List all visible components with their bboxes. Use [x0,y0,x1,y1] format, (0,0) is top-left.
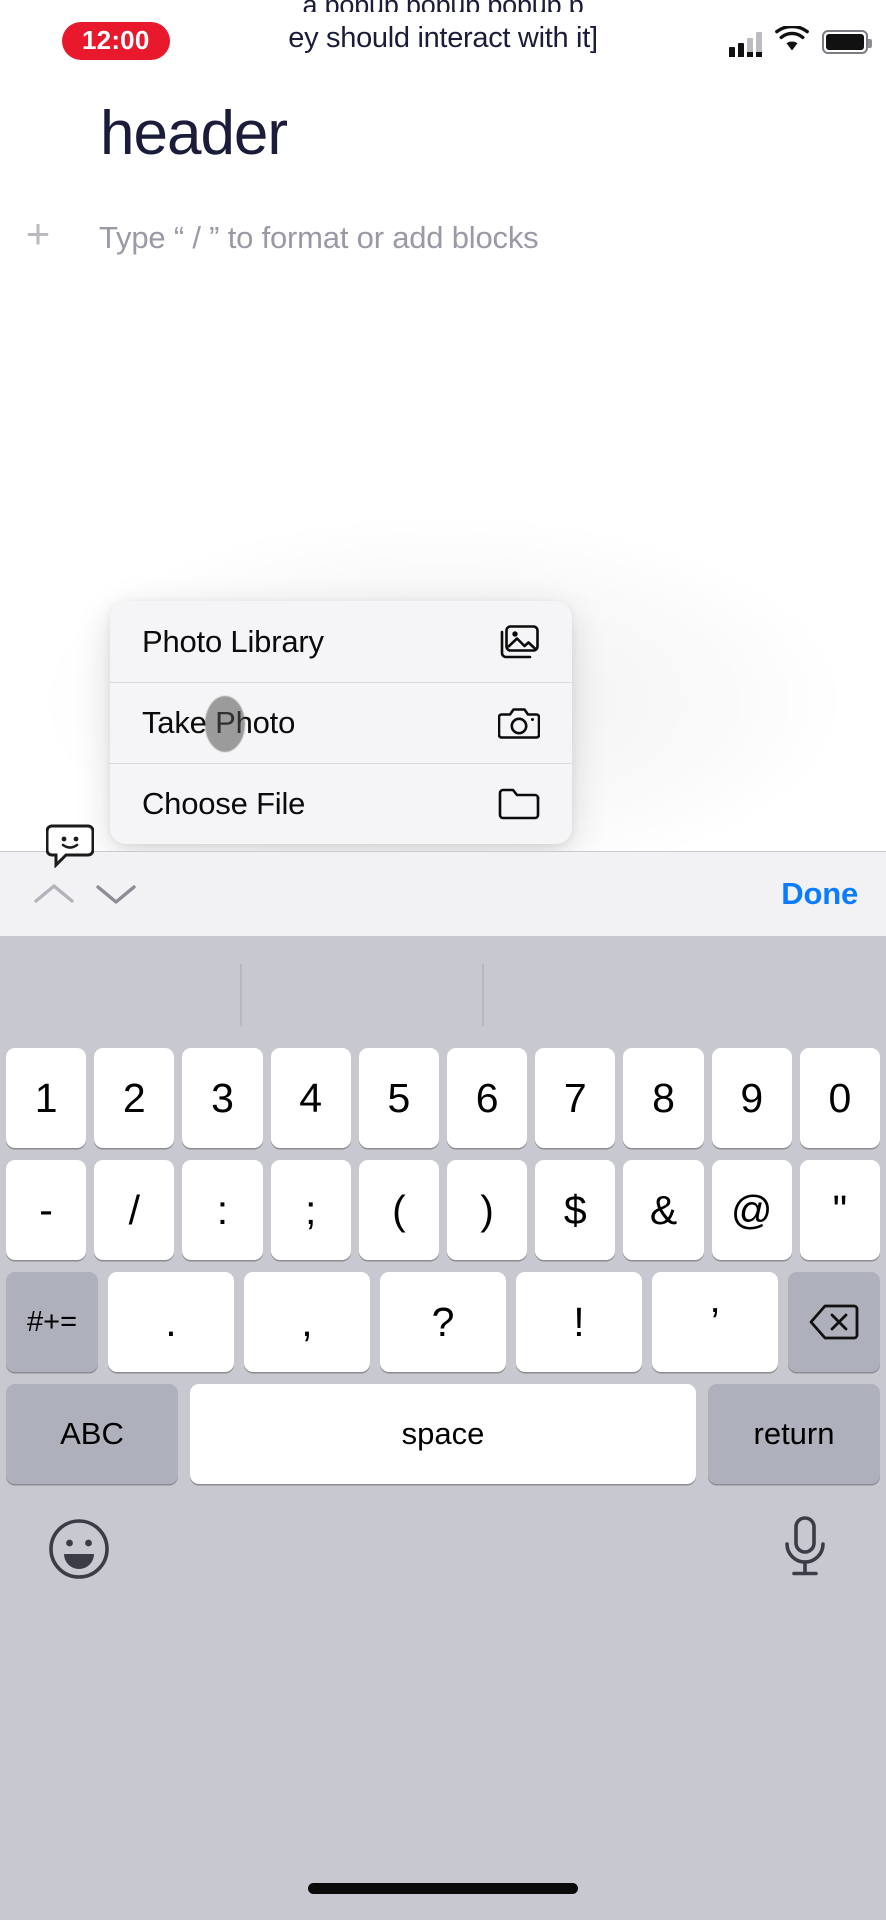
key-hyphen[interactable]: - [6,1160,87,1260]
keyboard-bottom-bar [0,1504,886,1634]
chevron-up-icon[interactable] [23,863,85,925]
key-paren-open[interactable]: ( [358,1160,440,1260]
photo-library-icon [497,622,541,662]
block-placeholder-text[interactable]: Type “ / ” to format or add blocks [99,220,539,256]
plus-icon[interactable]: + [18,213,58,256]
camera-icon [497,703,541,743]
key-slash[interactable]: / [94,1160,175,1260]
menu-item-take-photo[interactable]: Take Photo [110,682,572,763]
emoji-face-icon[interactable] [48,1518,110,1580]
battery-icon [822,29,872,54]
key-paren-close[interactable]: ) [447,1160,528,1260]
menu-item-label: Photo Library [142,623,324,659]
key-5[interactable]: 5 [358,1048,440,1148]
keyboard-row-numbers: 1 2 3 4 5 6 7 8 9 0 [0,1048,886,1148]
key-return[interactable]: return [708,1384,880,1484]
keyboard-accessory-toolbar: Done [0,851,886,936]
key-8[interactable]: 8 [623,1048,704,1148]
wifi-icon [775,24,809,57]
key-apostrophe[interactable]: ’ [652,1272,778,1372]
key-period[interactable]: . [108,1272,234,1372]
status-bar: ey should interact with it] 12:00 [0,0,886,76]
menu-item-choose-file[interactable]: Choose File [110,763,572,844]
cellular-signal-icon [729,30,762,57]
key-9[interactable]: 9 [711,1048,792,1148]
key-1[interactable]: 1 [6,1048,87,1148]
key-space[interactable]: space [190,1384,696,1484]
key-comma[interactable]: , [244,1272,370,1372]
key-abc-toggle[interactable]: ABC [6,1384,178,1484]
page-title[interactable]: header [100,98,288,169]
microphone-icon[interactable] [776,1514,834,1582]
folder-icon [497,784,541,824]
key-ampersand[interactable]: & [623,1160,704,1260]
backspace-icon[interactable] [788,1272,880,1372]
key-colon[interactable]: : [182,1160,263,1260]
attachment-action-sheet[interactable]: Photo Library Take Photo Choose File [110,601,572,844]
menu-item-photo-library[interactable]: Photo Library [110,601,572,682]
comment-bubble-icon [45,824,95,869]
chevron-down-icon[interactable] [85,863,147,925]
key-exclamation[interactable]: ! [516,1272,642,1372]
done-button[interactable]: Done [781,876,858,912]
key-dollar[interactable]: $ [535,1160,616,1260]
key-at[interactable]: @ [711,1160,792,1260]
key-question[interactable]: ? [380,1272,506,1372]
onscreen-keyboard[interactable]: 1 2 3 4 5 6 7 8 9 0 - / : ; ( ) $ & @ " … [0,936,886,1920]
key-3[interactable]: 3 [182,1048,263,1148]
key-4[interactable]: 4 [270,1048,351,1148]
menu-item-label: Choose File [142,786,306,821]
status-icon-group [729,24,872,57]
key-6[interactable]: 6 [447,1048,528,1148]
touch-indicator [205,696,245,752]
key-quote[interactable]: " [799,1160,881,1260]
home-indicator [308,1883,578,1894]
key-semicolon[interactable]: ; [270,1160,351,1260]
key-2[interactable]: 2 [94,1048,175,1148]
keyboard-row-punctuation: #+= . , ? ! ’ [0,1272,886,1372]
key-7[interactable]: 7 [535,1048,616,1148]
keyboard-row-bottom: ABC space return [0,1384,886,1484]
empty-block-row: + Type “ / ” to format or add blocks [0,213,886,266]
predictive-bar-separators [0,936,886,1046]
key-0[interactable]: 0 [799,1048,881,1148]
keyboard-row-symbols: - / : ; ( ) $ & @ " [0,1160,886,1260]
key-symbols-toggle[interactable]: #+= [6,1272,98,1372]
status-time: 12:00 [62,22,170,60]
